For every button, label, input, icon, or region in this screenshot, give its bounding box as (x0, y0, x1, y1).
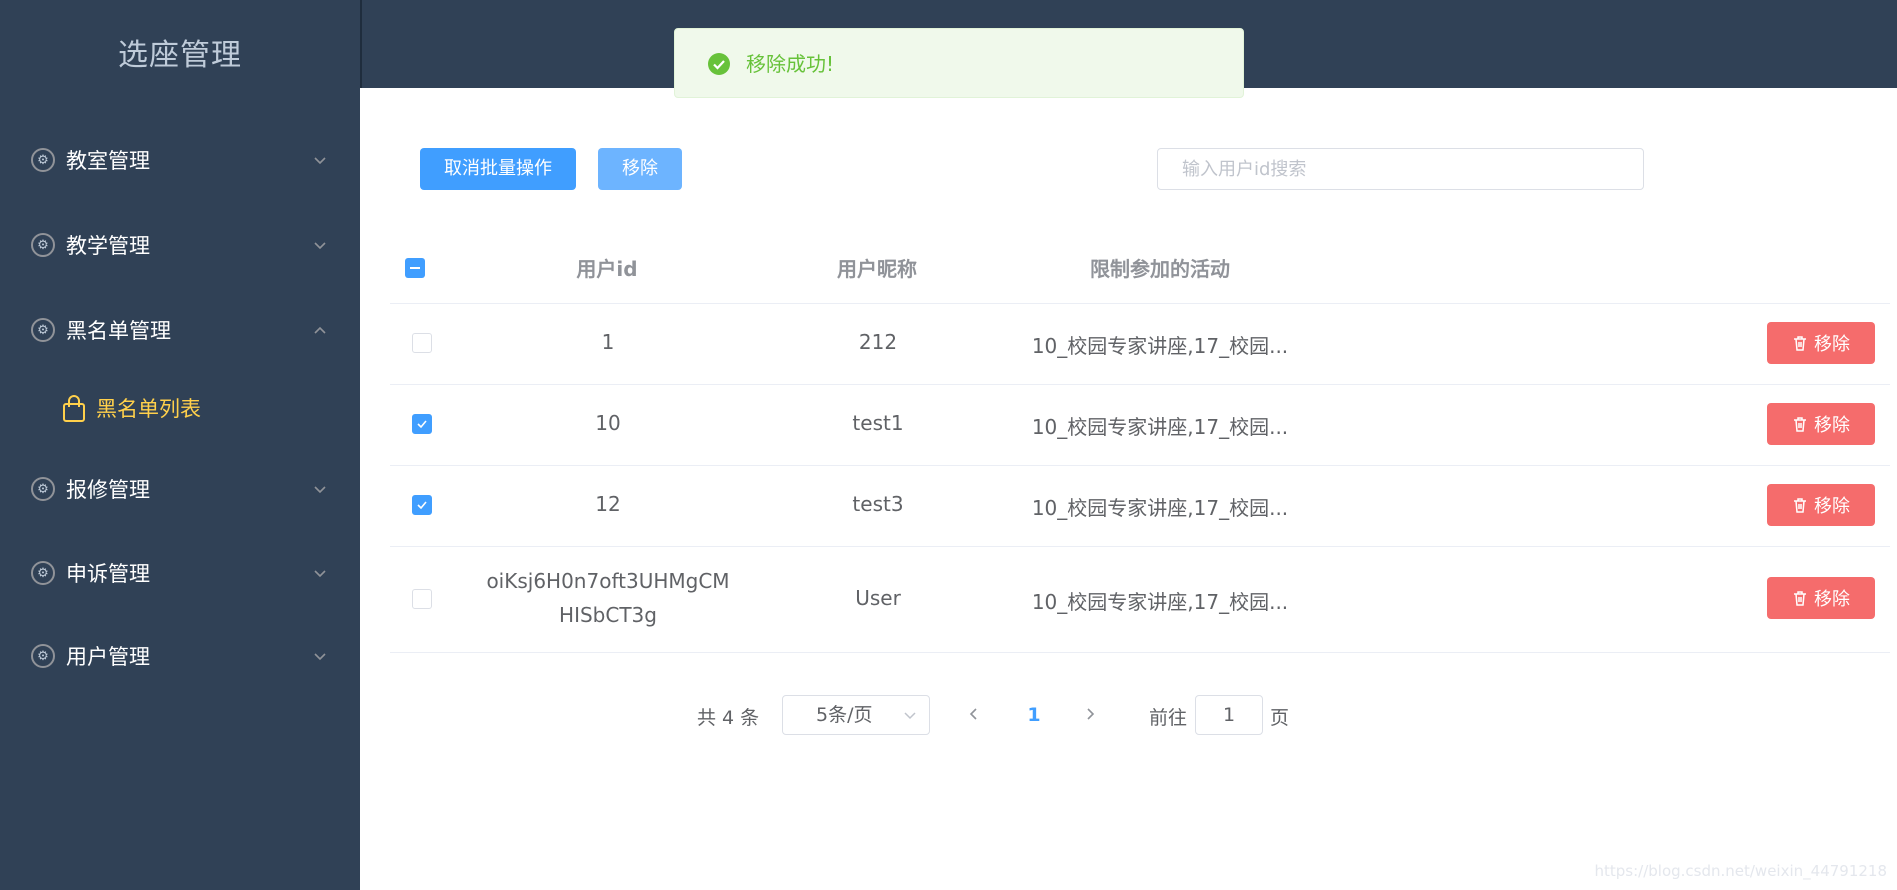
remove-label: 移除 (1814, 589, 1850, 610)
cell-nickname: test3 (852, 492, 904, 516)
batch-remove-button[interactable]: 移除 (598, 148, 682, 190)
chevron-down-icon (314, 570, 326, 578)
cancel-batch-button[interactable]: 取消批量操作 (420, 148, 576, 190)
checkmark-icon (417, 420, 427, 429)
menu-item-teaching[interactable]: ⚙ 教学管理 (0, 203, 360, 287)
row-checkbox[interactable] (412, 414, 432, 434)
menu-item-repair[interactable]: ⚙ 报修管理 (0, 447, 360, 531)
gear-icon: ⚙ (31, 148, 55, 172)
goto-page-input[interactable]: 1 (1195, 695, 1263, 735)
menu-label: 教室管理 (66, 149, 150, 173)
shopping-bag-icon (63, 395, 85, 422)
remove-row-button[interactable]: 移除 (1767, 403, 1875, 445)
submenu-item-blacklist-list[interactable]: 黑名单列表 (0, 370, 360, 448)
trash-icon (1794, 590, 1806, 606)
gear-icon: ⚙ (31, 644, 55, 668)
gear-icon: ⚙ (31, 318, 55, 342)
check-circle-icon (708, 53, 730, 75)
gear-icon: ⚙ (31, 477, 55, 501)
success-toast: 移除成功! (674, 28, 1244, 98)
cell-nickname: test1 (852, 411, 904, 435)
menu-label: 黑名单管理 (66, 319, 171, 343)
menu-item-blacklist[interactable]: ⚙ 黑名单管理 (0, 288, 360, 372)
select-all-checkbox[interactable] (405, 258, 425, 278)
row-checkbox[interactable] (412, 589, 432, 609)
cell-activities: 10_校园专家讲座,17_校园... (1031, 415, 1289, 439)
menu-item-appeal[interactable]: ⚙ 申诉管理 (0, 531, 360, 615)
prev-page-icon[interactable] (966, 706, 982, 722)
cell-user-id-line2: HISbCT3g (559, 603, 657, 627)
cell-user-id: 10 (595, 411, 621, 435)
menu-label: 用户管理 (66, 645, 150, 669)
current-page-number[interactable]: 1 (1024, 695, 1044, 735)
sidebar: 选座管理 ⚙ 教室管理 ⚙ 教学管理 ⚙ 黑名单管理 黑名单列表 ⚙ 报修管理 … (0, 0, 360, 890)
cell-user-id: 1 (601, 330, 615, 354)
next-page-icon[interactable] (1082, 706, 1098, 722)
trash-icon (1794, 497, 1806, 513)
column-header-nickname: 用户昵称 (837, 257, 917, 281)
row-divider (390, 652, 1890, 653)
chevron-down-icon (314, 486, 326, 494)
row-checkbox[interactable] (412, 333, 432, 353)
cell-nickname: User (855, 586, 901, 610)
gear-icon: ⚙ (31, 233, 55, 257)
checkmark-icon (417, 501, 427, 510)
remove-row-button[interactable]: 移除 (1767, 577, 1875, 619)
remove-label: 移除 (1814, 334, 1850, 355)
trash-icon (1794, 335, 1806, 351)
goto-label: 前往 (1149, 707, 1188, 729)
remove-label: 移除 (1814, 415, 1850, 436)
chevron-down-icon (314, 242, 326, 250)
column-header-activities: 限制参加的活动 (1090, 257, 1230, 281)
menu-item-classroom[interactable]: ⚙ 教室管理 (0, 118, 360, 202)
row-divider (390, 546, 1890, 547)
pagination-total: 共 4 条 (697, 707, 760, 729)
submenu-label: 黑名单列表 (96, 397, 201, 421)
cell-activities: 10_校园专家讲座,17_校园... (1031, 496, 1289, 520)
row-checkbox[interactable] (412, 495, 432, 515)
cell-nickname: 212 (858, 330, 898, 354)
remove-row-button[interactable]: 移除 (1767, 322, 1875, 364)
page-size-value: 5条/页 (816, 704, 873, 726)
cell-activities: 10_校园专家讲座,17_校园... (1031, 590, 1289, 614)
toast-message: 移除成功! (746, 52, 835, 76)
page-unit-label: 页 (1270, 707, 1290, 729)
row-divider (390, 465, 1890, 466)
remove-label: 移除 (1814, 496, 1850, 517)
menu-item-users[interactable]: ⚙ 用户管理 (0, 614, 360, 698)
row-divider (390, 303, 1890, 304)
chevron-up-icon (314, 326, 326, 334)
chevron-down-icon (904, 712, 916, 720)
watermark: https://blog.csdn.net/weixin_44791218 (1594, 862, 1887, 880)
app-title: 选座管理 (118, 38, 242, 73)
remove-row-button[interactable]: 移除 (1767, 484, 1875, 526)
trash-icon (1794, 416, 1806, 432)
search-input[interactable] (1157, 148, 1644, 190)
menu-label: 报修管理 (66, 478, 150, 502)
cell-user-id-line1: oiKsj6H0n7oft3UHMgCM (486, 569, 730, 593)
menu-label: 教学管理 (66, 234, 150, 258)
cell-user-id: 12 (595, 492, 621, 516)
column-header-user-id: 用户id (576, 257, 638, 281)
menu-label: 申诉管理 (66, 562, 150, 586)
cell-activities: 10_校园专家讲座,17_校园... (1031, 334, 1289, 358)
page-size-select[interactable]: 5条/页 (782, 695, 930, 735)
row-divider (390, 384, 1890, 385)
chevron-down-icon (314, 157, 326, 165)
chevron-down-icon (314, 653, 326, 661)
gear-icon: ⚙ (31, 561, 55, 585)
